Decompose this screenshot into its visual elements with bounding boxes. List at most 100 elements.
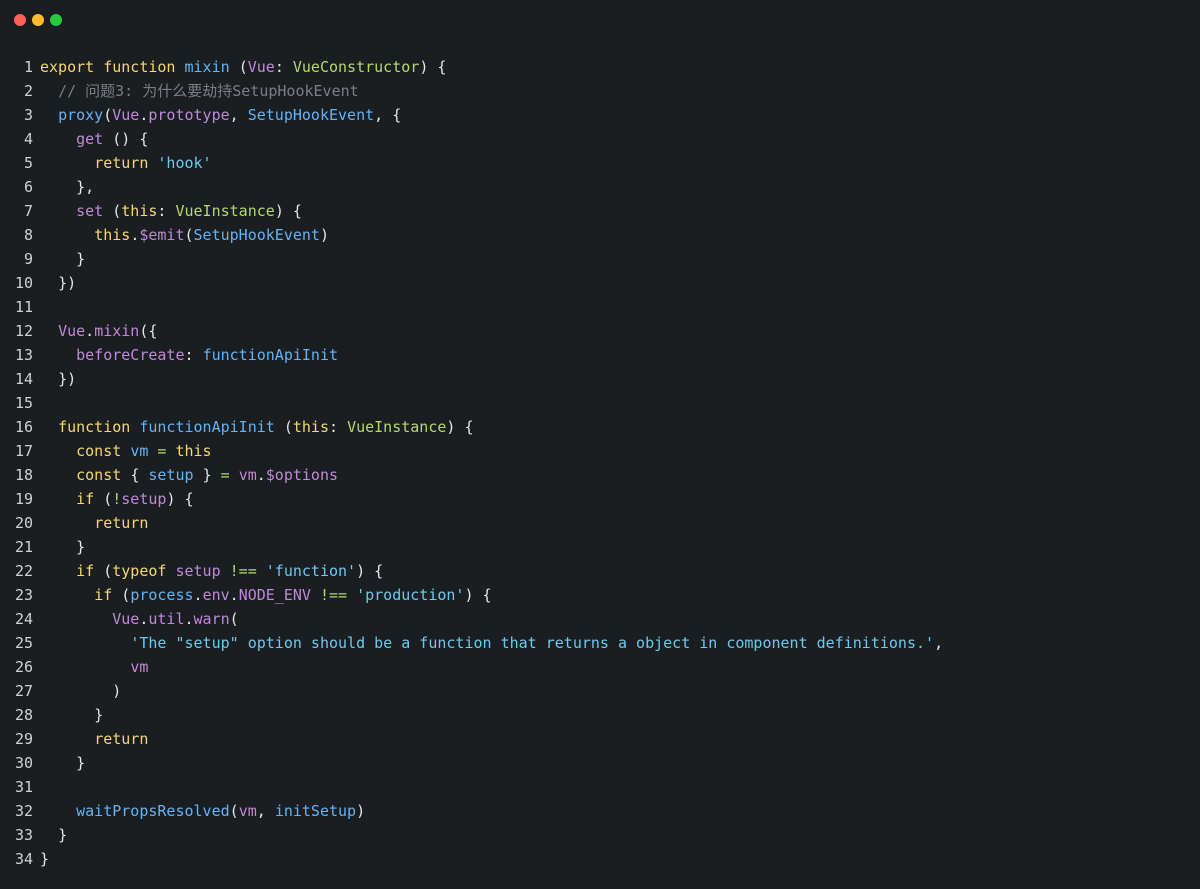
code-token: ) {	[446, 418, 474, 436]
code-token: },	[76, 178, 95, 196]
code-line: 4 get () {	[0, 127, 1200, 151]
line-number: 23	[14, 586, 33, 604]
code-text: }	[40, 535, 85, 559]
code-token: .	[256, 466, 266, 484]
code-token: =	[157, 442, 176, 460]
code-token: (	[103, 490, 113, 508]
zoom-window-button[interactable]	[50, 14, 62, 26]
line-number: 8	[23, 226, 33, 244]
code-token: $options	[265, 466, 339, 484]
code-text: )	[40, 679, 121, 703]
code-token: warn	[193, 610, 230, 628]
code-token: VueConstructor	[292, 58, 420, 76]
line-number: 33	[14, 826, 33, 844]
code-token: this	[121, 202, 158, 220]
close-window-button[interactable]	[14, 14, 26, 26]
code-token: setup	[121, 490, 167, 508]
minimize-window-button[interactable]	[32, 14, 44, 26]
line-number: 22	[14, 562, 33, 580]
code-line: 15	[0, 391, 1200, 415]
code-text: Vue.util.warn(	[40, 607, 238, 631]
code-line: 12 Vue.mixin({	[0, 319, 1200, 343]
code-text: get () {	[40, 127, 148, 151]
code-line: 26 vm	[0, 655, 1200, 679]
code-token: })	[58, 370, 77, 388]
code-line: 7 set (this: VueInstance) {	[0, 199, 1200, 223]
code-text: return	[40, 727, 148, 751]
line-number: 19	[14, 490, 33, 508]
code-token: Vue	[247, 58, 275, 76]
code-token: functionApiInit	[202, 346, 339, 364]
line-number: 32	[14, 802, 33, 820]
code-token: }	[202, 466, 221, 484]
code-text: beforeCreate: functionApiInit	[40, 343, 338, 367]
line-number: 17	[14, 442, 33, 460]
code-token: .	[130, 226, 140, 244]
code-token: this	[292, 418, 329, 436]
code-line: 14 })	[0, 367, 1200, 391]
code-token: waitPropsResolved	[76, 802, 230, 820]
code-token: proxy	[58, 106, 104, 124]
code-token: this	[175, 442, 212, 460]
code-text: 'The "setup" option should be a function…	[40, 631, 943, 655]
code-text: }	[40, 703, 103, 727]
code-token: Vue	[112, 610, 140, 628]
code-token: )	[319, 226, 329, 244]
code-line: 17 const vm = this	[0, 439, 1200, 463]
code-token: set	[76, 202, 113, 220]
code-line: 34}	[0, 847, 1200, 871]
code-token: typeof	[112, 562, 176, 580]
code-line: 31	[0, 775, 1200, 799]
code-token: ,	[229, 106, 248, 124]
code-token: VueInstance	[175, 202, 275, 220]
code-token: Vue	[112, 106, 140, 124]
code-token: :	[329, 418, 348, 436]
code-text: }	[40, 247, 85, 271]
code-token: ) {	[166, 490, 194, 508]
code-editor[interactable]: 1 export function mixin (Vue: VueConstruc…	[0, 55, 1200, 871]
code-line: 6 },	[0, 175, 1200, 199]
code-text: set (this: VueInstance) {	[40, 199, 302, 223]
line-number: 30	[14, 754, 33, 772]
code-token: }	[76, 754, 86, 772]
code-line: 8 this.$emit(SetupHookEvent)	[0, 223, 1200, 247]
line-number: 11	[14, 298, 33, 316]
code-line: 3 proxy(Vue.prototype, SetupHookEvent, {	[0, 103, 1200, 127]
line-number: 20	[14, 514, 33, 532]
code-token: (	[112, 202, 122, 220]
code-line: 27 )	[0, 679, 1200, 703]
line-number: 28	[14, 706, 33, 724]
code-line: 33 }	[0, 823, 1200, 847]
line-number: 6	[23, 178, 33, 196]
code-token: if	[76, 490, 104, 508]
code-token: 'The "setup" option should be a function…	[130, 634, 935, 652]
code-token: this	[94, 226, 131, 244]
code-line: 10 })	[0, 271, 1200, 295]
line-number: 2	[23, 82, 33, 100]
code-token: vm	[130, 442, 158, 460]
line-number: 4	[23, 130, 33, 148]
code-token: if	[94, 586, 122, 604]
code-line: 25 'The "setup" option should be a funct…	[0, 631, 1200, 655]
code-token: ) {	[464, 586, 492, 604]
code-token: return	[94, 514, 149, 532]
code-token: if	[76, 562, 104, 580]
code-token: NODE_ENV	[238, 586, 320, 604]
line-number: 5	[23, 154, 33, 172]
code-line: 28 }	[0, 703, 1200, 727]
code-text: if (process.env.NODE_ENV !== 'production…	[40, 583, 492, 607]
code-token: setup	[175, 562, 230, 580]
code-line: 2 // 问题3: 为什么要劫持SetupHookEvent	[0, 79, 1200, 103]
